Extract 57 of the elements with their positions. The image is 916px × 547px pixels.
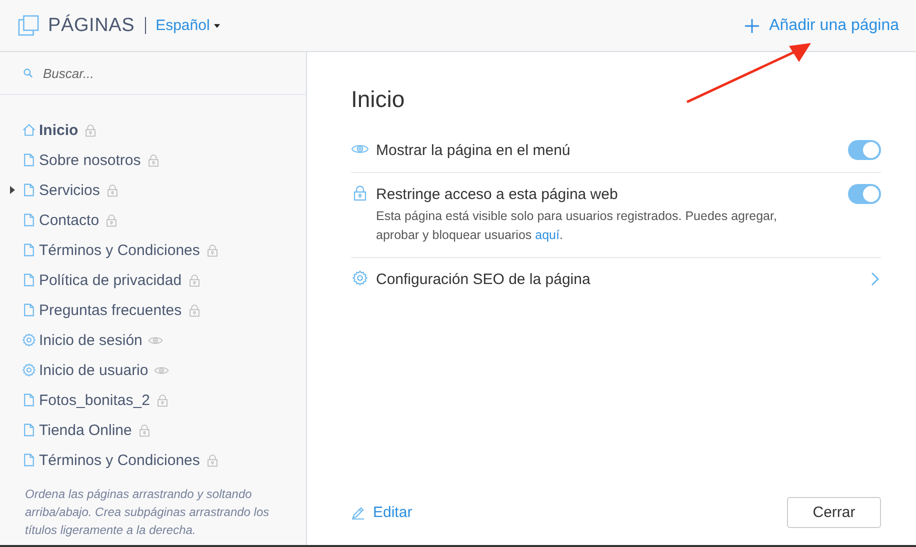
page-icon xyxy=(22,153,36,167)
plus-icon xyxy=(745,18,760,32)
setting-label: Restringe acceso a esta página web xyxy=(376,186,618,203)
setting-label: Configuración SEO de la página xyxy=(376,271,590,288)
page-icon xyxy=(22,393,36,407)
page-icon xyxy=(22,423,36,437)
page-icon xyxy=(22,213,36,227)
home-icon xyxy=(22,123,36,137)
chevron-right-icon[interactable] xyxy=(871,272,879,286)
page-icon xyxy=(22,183,36,197)
page-icon xyxy=(22,453,36,467)
eye-icon xyxy=(148,334,164,346)
page-item[interactable]: Términos y Condiciones xyxy=(0,235,219,265)
sidebar-hint: Ordena las páginas arrastrando y soltando arriba/abajo. Crea subpáginas arrastrando los títulos ligeramente a la derecha. xyxy=(24,486,270,539)
gear-icon xyxy=(22,363,36,377)
page-item[interactable]: Contacto xyxy=(0,205,118,235)
page-icon xyxy=(22,303,36,317)
page-item[interactable]: Preguntas frecuentes xyxy=(0,295,201,325)
page-item[interactable]: Inicio xyxy=(0,115,98,145)
lock-icon xyxy=(146,154,160,166)
close-button[interactable]: Cerrar xyxy=(787,497,881,528)
page-icon xyxy=(22,243,36,257)
lock-icon xyxy=(138,424,151,436)
page-icon xyxy=(22,273,36,287)
lock-icon xyxy=(106,184,119,196)
search-icon xyxy=(23,68,33,78)
page-item[interactable]: Inicio de sesión xyxy=(0,325,164,355)
edit-link[interactable]: Editar xyxy=(351,504,412,521)
search-field[interactable]: Buscar... xyxy=(41,64,245,82)
lock-icon xyxy=(84,124,98,136)
lock-icon xyxy=(188,304,201,316)
pages-icon xyxy=(18,15,39,36)
panel-title: PÁGINAS xyxy=(48,14,135,36)
lock-icon xyxy=(206,244,219,256)
lock-icon xyxy=(105,214,118,226)
gear-icon xyxy=(351,270,369,286)
lock-icon xyxy=(156,394,169,406)
gear-icon xyxy=(22,333,36,347)
page-item[interactable]: Sobre nosotros xyxy=(0,145,160,175)
caret-icon xyxy=(214,24,220,28)
page-title: Inicio xyxy=(351,86,406,113)
page-item[interactable]: Tienda Online xyxy=(0,415,151,445)
page-item[interactable]: Fotos_bonitas_2 xyxy=(0,385,169,415)
lock-icon xyxy=(188,274,201,286)
lock-icon xyxy=(351,185,369,201)
toggle-switch[interactable] xyxy=(848,184,881,204)
page-item[interactable]: Servicios xyxy=(0,175,119,205)
toggle-switch[interactable] xyxy=(848,140,881,160)
setting-description: Esta página está visible solo para usuarios registrados. Puedes agregar, aprobar y bloquear usuarios aquí. xyxy=(376,208,778,244)
lock-icon xyxy=(206,454,219,466)
pencil-icon xyxy=(351,506,365,520)
setting-label: Mostrar la página en el menú xyxy=(376,142,570,159)
here-link[interactable]: aquí xyxy=(535,228,560,242)
page-item[interactable]: Política de privacidad xyxy=(0,265,201,295)
page-item[interactable]: Términos y Condiciones xyxy=(0,445,219,475)
eye-icon xyxy=(154,364,170,376)
page-item[interactable]: Inicio de usuario xyxy=(0,355,170,385)
